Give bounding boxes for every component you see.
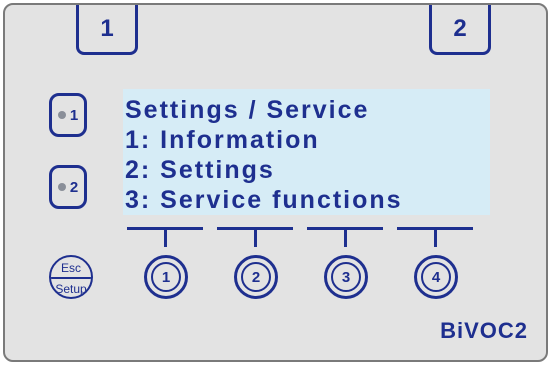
side-button-2-label: 2 [69, 178, 79, 196]
side-button-1[interactable]: 1 [49, 93, 87, 137]
esc-setup-button[interactable]: Esc Setup [49, 255, 93, 299]
top-button-2[interactable]: 2 [429, 5, 491, 55]
display-title: Settings / Service [125, 96, 370, 124]
softkey-1-button[interactable]: 1 [144, 255, 188, 299]
softkey-4-button[interactable]: 4 [414, 255, 458, 299]
side-button-1-label: 1 [69, 106, 79, 124]
top-button-2-label: 2 [453, 14, 467, 42]
softkey-2-stem [254, 227, 257, 247]
menu-item-settings: 2: Settings [125, 156, 275, 184]
softkey-3-button[interactable]: 3 [324, 255, 368, 299]
setup-label: Setup [55, 282, 87, 296]
softkey-2-label: 2 [241, 262, 271, 292]
menu-item-information: 1: Information [125, 126, 320, 154]
top-button-1-label: 1 [100, 14, 114, 42]
softkey-3-stem [344, 227, 347, 247]
softkey-3-label: 3 [331, 262, 361, 292]
softkey-4-stem [434, 227, 437, 247]
brand-logo: BiVOC2 [440, 318, 528, 343]
top-button-1[interactable]: 1 [76, 5, 138, 55]
esc-label: Esc [51, 257, 91, 279]
side-button-2[interactable]: 2 [49, 165, 87, 209]
led-indicator-icon [57, 183, 66, 191]
device-panel: 1 2 1 2 Settings / Service 1: Informatio… [3, 3, 548, 362]
lcd-display: Settings / Service 1: Information 2: Set… [123, 89, 490, 215]
softkey-1-label: 1 [151, 262, 181, 292]
softkey-4-label: 4 [421, 262, 451, 292]
led-indicator-icon [57, 111, 66, 119]
softkey-2-button[interactable]: 2 [234, 255, 278, 299]
softkey-1-stem [164, 227, 167, 247]
menu-item-service-functions: 3: Service functions [125, 186, 403, 214]
